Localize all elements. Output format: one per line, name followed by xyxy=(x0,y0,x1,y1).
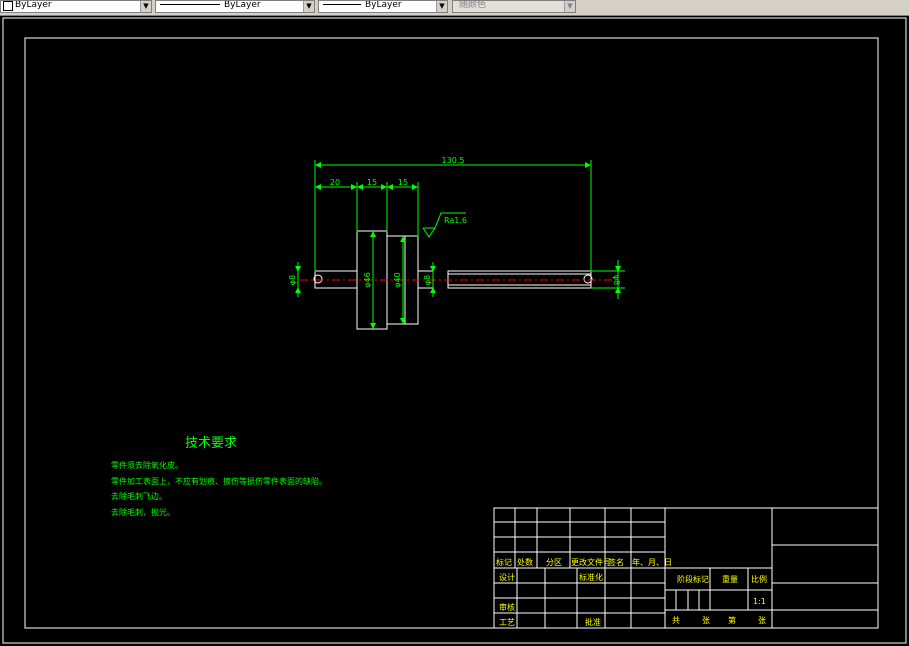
lineweight-preview xyxy=(323,4,361,5)
dim-15-a: 15 xyxy=(367,178,377,187)
tech-req-title: 技术要求 xyxy=(185,436,237,451)
tech-requirements: 技术要求 零件须去除氧化皮。 零件加工表面上，不应有划痕、擦伤等损伤零件表面的缺… xyxy=(111,436,327,517)
chevron-down-icon[interactable]: ▼ xyxy=(436,1,447,12)
tb-design: 设计 xyxy=(499,572,515,582)
tb-zone: 分区 xyxy=(546,558,562,567)
color-select-value: ByLayer xyxy=(15,0,52,10)
color-select[interactable]: ByLayer ▼ xyxy=(0,0,152,13)
tb-scale-value: 1:1 xyxy=(753,597,766,606)
tb-date: 年、月、日 xyxy=(632,557,672,567)
tb-mark: 标记 xyxy=(496,557,512,567)
roughness-label: Ra1.6 xyxy=(444,216,467,225)
properties-toolbar: ByLayer ▼ ByLayer ▼ ByLayer ▼ 随颜色 ▼ xyxy=(0,0,909,16)
dim-overall: 130.5 xyxy=(442,156,465,165)
chevron-down-icon[interactable]: ▼ xyxy=(140,1,151,12)
dim-dia-neck: φ8 xyxy=(423,275,432,285)
linetype-preview xyxy=(160,4,220,5)
dim-20: 20 xyxy=(330,178,340,187)
tech-req-line-2: 零件加工表面上，不应有划痕、擦伤等损伤零件表面的缺陷。 xyxy=(111,476,327,486)
lineweight-select-value: ByLayer xyxy=(365,0,402,10)
tb-approve: 批准 xyxy=(585,617,601,627)
tb-count: 处数 xyxy=(517,557,533,567)
tb-sheet-2: 张 xyxy=(758,616,766,625)
tech-req-line-1: 零件须去除氧化皮。 xyxy=(111,460,183,470)
plotstyle-select[interactable]: 随颜色 ▼ xyxy=(452,0,576,13)
tb-process: 工艺 xyxy=(499,618,515,627)
sheet-border xyxy=(2,17,907,644)
tb-scale: 比例 xyxy=(751,574,767,584)
tb-weight: 重量 xyxy=(722,574,738,584)
dim-dia-left: φ8 xyxy=(288,275,297,285)
tb-total: 共 xyxy=(672,616,680,625)
chevron-down-icon[interactable]: ▼ xyxy=(564,1,575,12)
dimensions xyxy=(295,160,625,329)
tb-stage-mark: 阶段标记 xyxy=(677,574,709,584)
chevron-down-icon[interactable]: ▼ xyxy=(303,1,314,12)
dim-dia-body1: φ46 xyxy=(363,272,372,287)
lineweight-select[interactable]: ByLayer ▼ xyxy=(318,0,448,13)
dim-15-b: 15 xyxy=(398,178,408,187)
tb-sign: 签名 xyxy=(608,557,624,567)
plotstyle-select-value: 随颜色 xyxy=(459,0,487,10)
tb-standardize: 标准化 xyxy=(579,572,603,582)
tb-sheet-1: 张 xyxy=(702,616,710,625)
tech-req-line-3: 去除毛刺飞边。 xyxy=(111,491,167,501)
tb-change-doc: 更改文件号 xyxy=(571,557,611,567)
drawing-canvas[interactable]: 130.5 20 15 15 Ra1.6 φ8 φ46 φ40 φ8 φ8 技术… xyxy=(0,15,909,646)
title-block-lines xyxy=(493,507,879,629)
color-swatch-icon xyxy=(3,1,13,11)
drawing-frame xyxy=(24,37,879,629)
dim-dia-right: φ8 xyxy=(612,275,621,285)
dim-dia-body2: φ40 xyxy=(393,272,402,287)
linetype-select[interactable]: ByLayer ▼ xyxy=(155,0,315,13)
dimension-text: 130.5 20 15 15 Ra1.6 φ8 φ46 φ40 φ8 φ8 xyxy=(288,156,621,288)
tech-req-line-4: 去除毛刺，抛光。 xyxy=(111,507,175,517)
linetype-select-value: ByLayer xyxy=(224,0,261,10)
tb-review: 审核 xyxy=(499,602,515,612)
tb-page: 第 xyxy=(728,615,736,625)
